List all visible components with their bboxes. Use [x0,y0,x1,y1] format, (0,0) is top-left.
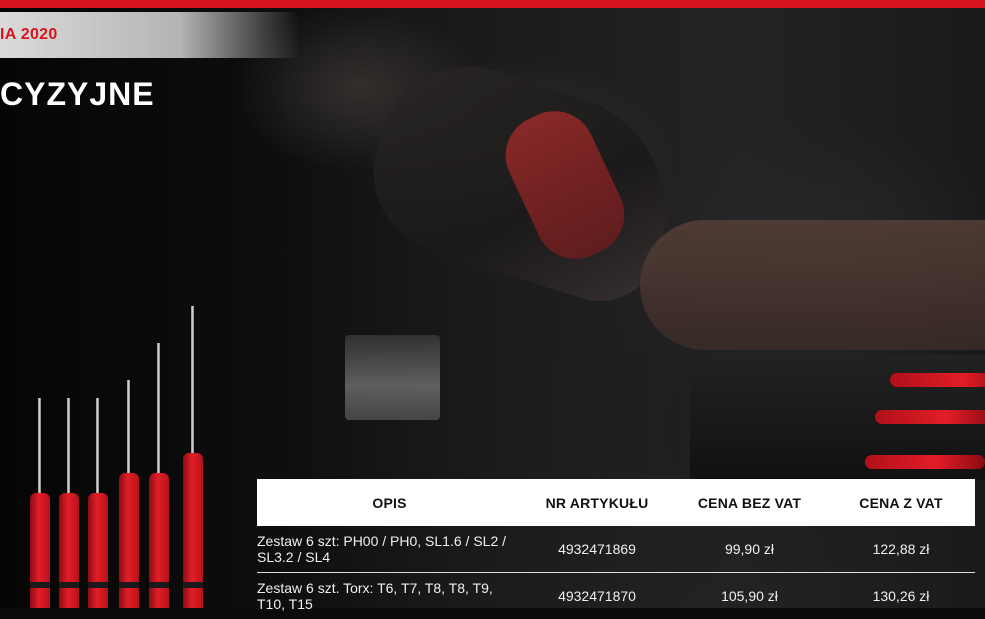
screwdriver [59,398,79,608]
screwdriver [183,306,203,608]
column-header-description: OPIS [257,479,522,526]
pouch-screwdriver [875,410,985,424]
screwdriver [88,398,108,608]
row-price-net: 99,90 zł [672,526,827,573]
page-title: CYZYJNE [0,76,155,113]
screwdriver [149,343,169,608]
column-header-price-net: CENA BEZ VAT [672,479,827,526]
row-price-net: 105,90 zł [672,573,827,619]
top-red-strip [0,0,985,8]
column-header-price-gross: CENA Z VAT [827,479,975,526]
row-price-gross: 130,26 zł [827,573,975,619]
row-article-number: 4932471870 [522,573,672,619]
pouch-screwdriver [890,373,985,387]
table-row: Zestaw 6 szt: PH00 / PH0, SL1.6 / SL2 / … [257,526,975,573]
row-description: Zestaw 6 szt: PH00 / PH0, SL1.6 / SL2 / … [257,526,522,573]
row-article-number: 4932471869 [522,526,672,573]
table-header-row: OPIS NR ARTYKUŁU CENA BEZ VAT CENA Z VAT [257,479,975,526]
pouch-screwdriver [865,455,985,469]
tool-pouch [690,355,985,480]
table-row: Zestaw 6 szt. Torx: T6, T7, T8, T8, T9, … [257,573,975,619]
screwdriver [119,380,139,608]
workbench-device [345,335,440,420]
screwdriver [30,398,50,608]
price-table: OPIS NR ARTYKUŁU CENA BEZ VAT CENA Z VAT… [257,479,975,619]
section-label: IA 2020 [0,26,58,44]
forearm-shape [640,220,985,350]
row-price-gross: 122,88 zł [827,526,975,573]
column-header-article-number: NR ARTYKUŁU [522,479,672,526]
row-description: Zestaw 6 szt. Torx: T6, T7, T8, T8, T9, … [257,573,522,619]
